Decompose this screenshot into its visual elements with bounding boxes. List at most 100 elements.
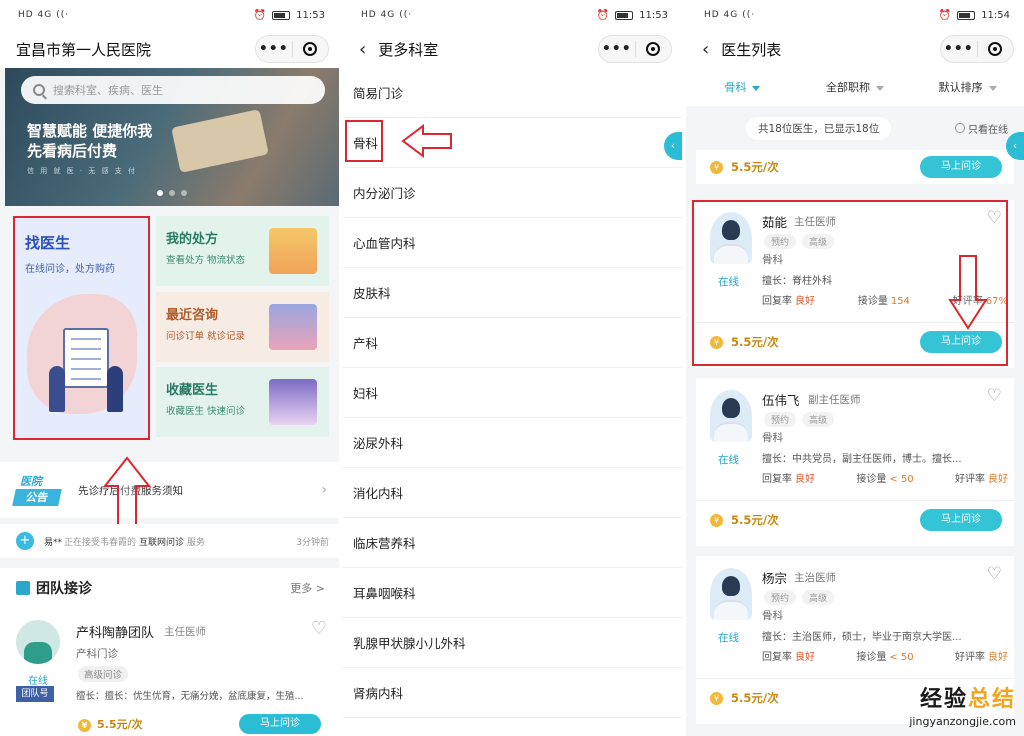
search-input[interactable]: 搜索科室、疾病、医生: [21, 76, 325, 104]
coin-icon: ¥: [710, 691, 723, 705]
department-item[interactable]: 泌尿外科: [343, 418, 682, 468]
banner-slogan-line1: 智慧赋能 便捷你我: [27, 122, 153, 140]
team-consult-section: 团队接诊 更多 > 在线 团队号 产科陶静团队 主任医师 产科门诊 高级问诊 擅…: [0, 568, 339, 736]
consult-illustration-icon: [269, 304, 317, 350]
battery-icon: [615, 10, 634, 20]
delivery-illustration-icon: [269, 228, 317, 274]
close-miniapp-button[interactable]: [977, 42, 1013, 56]
more-menu-button[interactable]: •••: [256, 41, 292, 57]
department-item[interactable]: 临床营养科: [343, 518, 682, 568]
doctor-name: 杨宗: [762, 571, 788, 586]
search-icon: [33, 84, 45, 96]
department-item[interactable]: 产科: [343, 318, 682, 368]
dropdown-caret-icon: [988, 85, 997, 91]
close-miniapp-button[interactable]: [635, 42, 671, 56]
close-miniapp-button[interactable]: [292, 42, 328, 56]
result-summary: 共18位医生，已显示18位 只看在线: [686, 116, 1024, 140]
watermark: 经验总结 jingyanzongjie.com: [909, 687, 1016, 728]
team-id-badge: 团队号: [16, 686, 54, 702]
radio-icon: [955, 123, 965, 133]
doctor-avatar: [710, 390, 752, 442]
recent-consult-title: 最近咨询: [166, 308, 219, 323]
status-bar: HD 4G ((· ⏰ 11:54: [686, 0, 1024, 30]
announcement-bar[interactable]: 医院 公告 先诊疗后付费服务须知 ›: [0, 462, 339, 518]
ticker-time: 3分钟前: [296, 537, 329, 548]
back-arrow-icon[interactable]: ‹: [359, 39, 366, 60]
result-count: 共18位医生，已显示18位: [746, 116, 892, 140]
prescription-tile[interactable]: 我的处方 查看处方 物流状态: [156, 216, 329, 286]
dropdown-caret-icon: [876, 85, 884, 91]
credit-card-image: [171, 109, 269, 173]
promo-banner[interactable]: 搜索科室、疾病、医生 智慧赋能 便捷你我 先看病后付费 信 用 就 医 · 无 …: [5, 68, 339, 206]
team-icon: [16, 581, 30, 595]
clock: 11:53: [296, 9, 325, 21]
miniapp-capsule: •••: [598, 35, 672, 63]
filter-bar: 骨科 全部职称 默认排序: [686, 68, 1024, 106]
online-status: 在线: [718, 454, 739, 466]
more-menu-button[interactable]: •••: [599, 41, 635, 57]
more-link[interactable]: 更多 >: [290, 580, 325, 596]
department-item[interactable]: 肾病内科: [343, 668, 682, 718]
favorite-heart-icon[interactable]: ♡: [987, 386, 1002, 406]
filter-sort[interactable]: 默认排序: [911, 79, 1024, 95]
department-item[interactable]: 骨科: [343, 118, 682, 168]
back-arrow-icon[interactable]: ‹: [702, 39, 709, 60]
search-placeholder: 搜索科室、疾病、医生: [53, 84, 163, 97]
price: 5.5元/次: [731, 160, 779, 174]
doctor-stats: 回复率 良好 接诊量 < 50 好评率 良好: [762, 474, 1008, 485]
department-item[interactable]: 妇科: [343, 368, 682, 418]
clock: 11:54: [981, 9, 1010, 21]
online-status: 在线: [28, 676, 48, 687]
announcement-badge: 医院 公告: [12, 473, 64, 507]
team-avatar[interactable]: [16, 620, 60, 664]
team-dept: 产科门诊: [76, 648, 118, 660]
doctor-stats: 回复率 良好 接诊量 < 50 好评率 良好: [762, 652, 1008, 663]
doctor-card[interactable]: 在线 伍伟飞 副主任医师 预约 高级 骨科 擅长：中共党员，副主任医师，博士。擅长…: [696, 378, 1014, 546]
department-item[interactable]: 简易门诊: [343, 68, 682, 118]
favorite-heart-icon[interactable]: ♡: [311, 618, 327, 639]
department-item[interactable]: 消化内科: [343, 468, 682, 518]
target-icon: [303, 42, 318, 56]
team-level: 主任医师: [164, 626, 206, 638]
wifi-icon: ((·: [56, 10, 70, 20]
recent-consult-tile[interactable]: 最近咨询 问诊订单 就诊记录: [156, 292, 329, 362]
live-ticker: + 易** 正在接受韦春霞的 互联网问诊 服务 3分钟前: [0, 524, 339, 558]
department-item[interactable]: 乳腺甲状腺小儿外科: [343, 618, 682, 668]
department-item[interactable]: 耳鼻咽喉科: [343, 568, 682, 618]
ask-now-button[interactable]: 马上问诊: [239, 714, 321, 734]
department-item[interactable]: 心血管内科: [343, 218, 682, 268]
network-indicator: HD 4G: [704, 10, 739, 20]
highlight-box-orthopedics: [345, 120, 383, 162]
nav-bar: ‹ 更多科室 •••: [343, 30, 682, 68]
left-arrow-annotation: [401, 124, 452, 158]
wifi-icon: ((·: [742, 10, 756, 20]
team-tag: 高级问诊: [78, 666, 129, 682]
filter-title[interactable]: 全部职称: [799, 79, 912, 95]
prescription-subtitle: 查看处方 物流状态: [166, 255, 246, 266]
filter-department[interactable]: 骨科: [686, 79, 799, 95]
online-status: 在线: [718, 632, 739, 644]
only-online-toggle[interactable]: 只看在线: [955, 121, 1008, 136]
team-name[interactable]: 产科陶静团队: [76, 622, 154, 641]
banner-slogan-line2: 先看病后付费: [27, 142, 118, 160]
ask-now-button[interactable]: 马上问诊: [920, 509, 1002, 531]
carousel-indicator[interactable]: [157, 190, 187, 196]
department-item[interactable]: 内分泌门诊: [343, 168, 682, 218]
nav-bar: 宜昌市第一人民医院 •••: [0, 30, 339, 68]
more-menu-button[interactable]: •••: [941, 41, 977, 57]
alarm-icon: ⏰: [596, 9, 610, 21]
alarm-icon: ⏰: [253, 9, 267, 21]
wifi-icon: ((·: [399, 10, 413, 20]
favorite-doctors-tile[interactable]: 收藏医生 收藏医生 快速问诊: [156, 367, 329, 437]
target-icon: [646, 42, 661, 56]
prescription-title: 我的处方: [166, 232, 219, 247]
ask-now-button[interactable]: 马上问诊: [920, 156, 1002, 178]
plus-icon: +: [16, 532, 34, 550]
battery-icon: [272, 10, 291, 20]
department-item[interactable]: 皮肤科: [343, 268, 682, 318]
battery-icon: [957, 10, 976, 20]
doctor-specialty: 擅长：主治医师，硕士，毕业于南京大学医...: [762, 632, 962, 643]
favorite-heart-icon[interactable]: ♡: [987, 564, 1002, 584]
favorite-doctors-title: 收藏医生: [166, 383, 219, 398]
price: 5.5元/次: [731, 513, 779, 527]
